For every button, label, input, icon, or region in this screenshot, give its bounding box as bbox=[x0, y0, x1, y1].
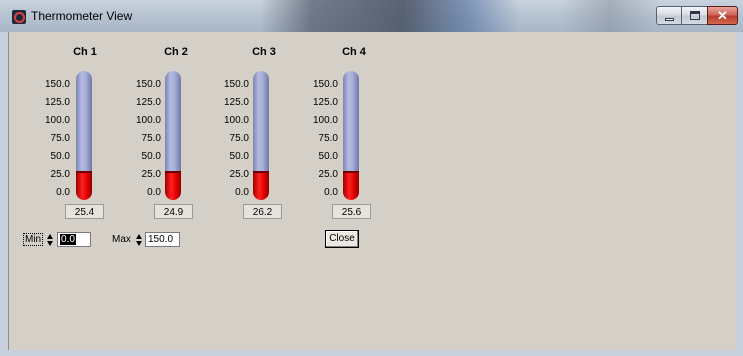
scale-tick: 150.0 bbox=[312, 79, 338, 90]
channel-1-readout: 25.4 bbox=[65, 204, 104, 219]
scale-tick: 25.0 bbox=[50, 169, 70, 180]
app-icon[interactable] bbox=[12, 10, 26, 24]
min-label: Min bbox=[23, 233, 44, 246]
thermometer-mercury bbox=[343, 171, 359, 200]
min-input-value: 0.0 bbox=[60, 234, 76, 245]
thermometer-tube bbox=[343, 71, 359, 171]
spin-up-icon[interactable] bbox=[47, 234, 53, 239]
scale-tick: 150.0 bbox=[223, 79, 249, 90]
scale-tick: 50.0 bbox=[141, 151, 161, 162]
window-title: Thermometer View bbox=[31, 9, 133, 23]
scale-tick: 125.0 bbox=[312, 97, 338, 108]
close-window-button[interactable]: ✕ bbox=[707, 6, 738, 25]
scale-tick: 25.0 bbox=[141, 169, 161, 180]
scale-tick: 0.0 bbox=[235, 187, 249, 198]
channel-4-label: Ch 4 bbox=[342, 46, 366, 58]
scale-tick: 100.0 bbox=[44, 115, 70, 126]
scale-tick: 75.0 bbox=[229, 133, 249, 144]
scale-tick: 100.0 bbox=[223, 115, 249, 126]
scale-tick: 150.0 bbox=[44, 79, 70, 90]
scale-tick: 0.0 bbox=[147, 187, 161, 198]
thermometer-mercury bbox=[76, 171, 92, 200]
channel-3-thermometer bbox=[253, 71, 269, 200]
scale-tick: 25.0 bbox=[318, 169, 338, 180]
close-button[interactable]: Close bbox=[325, 230, 359, 248]
channel-2-label: Ch 2 bbox=[164, 46, 188, 58]
scale-tick: 0.0 bbox=[324, 187, 338, 198]
channel-3-readout: 26.2 bbox=[243, 204, 282, 219]
scale-tick: 75.0 bbox=[141, 133, 161, 144]
scale-tick: 0.0 bbox=[56, 187, 70, 198]
title-bar[interactable]: Thermometer View ✕ bbox=[0, 0, 743, 32]
scale-tick: 125.0 bbox=[223, 97, 249, 108]
scale-tick: 25.0 bbox=[229, 169, 249, 180]
window-border-right bbox=[735, 32, 743, 356]
scale-tick: 100.0 bbox=[135, 115, 161, 126]
maximize-icon bbox=[690, 11, 700, 20]
close-icon: ✕ bbox=[717, 8, 728, 23]
max-input[interactable]: 150.0 bbox=[145, 232, 180, 247]
channel-2-readout: 24.9 bbox=[154, 204, 193, 219]
scale-tick: 75.0 bbox=[318, 133, 338, 144]
thermometer-mercury bbox=[253, 171, 269, 200]
max-label: Max bbox=[112, 234, 131, 245]
thermometer-tube bbox=[253, 71, 269, 171]
thermometer-mercury bbox=[165, 171, 181, 200]
scale-tick: 150.0 bbox=[135, 79, 161, 90]
spin-down-icon[interactable] bbox=[136, 241, 142, 246]
spin-up-icon[interactable] bbox=[136, 234, 142, 239]
channel-4-thermometer bbox=[343, 71, 359, 200]
scale-tick: 75.0 bbox=[50, 133, 70, 144]
thermometer-tube bbox=[76, 71, 92, 171]
scale-tick: 50.0 bbox=[50, 151, 70, 162]
scale-tick: 50.0 bbox=[229, 151, 249, 162]
channel-1-thermometer bbox=[76, 71, 92, 200]
scale-tick: 50.0 bbox=[318, 151, 338, 162]
max-spinner[interactable] bbox=[136, 233, 143, 247]
window-border-left bbox=[0, 32, 8, 356]
scale-tick: 100.0 bbox=[312, 115, 338, 126]
min-spinner[interactable] bbox=[47, 233, 54, 247]
minimize-icon bbox=[665, 18, 674, 21]
titlebar-background-glass bbox=[260, 0, 520, 32]
titlebar-background-glass-2 bbox=[560, 0, 660, 32]
min-input[interactable]: 0.0 bbox=[57, 232, 91, 247]
maximize-button[interactable] bbox=[681, 6, 708, 25]
scale-tick: 125.0 bbox=[135, 97, 161, 108]
thermometer-view-window: Thermometer View ✕ Ch 1 150.0 125.0 100.… bbox=[0, 0, 743, 356]
channel-1-label: Ch 1 bbox=[73, 46, 97, 58]
scale-tick: 125.0 bbox=[44, 97, 70, 108]
thermometer-tube bbox=[165, 71, 181, 171]
client-area: Ch 1 150.0 125.0 100.0 75.0 50.0 25.0 0.… bbox=[8, 32, 736, 350]
channel-4-readout: 25.6 bbox=[332, 204, 371, 219]
minimize-button[interactable] bbox=[656, 6, 682, 25]
window-border-bottom bbox=[0, 350, 743, 356]
spin-down-icon[interactable] bbox=[47, 241, 53, 246]
channel-3-label: Ch 3 bbox=[252, 46, 276, 58]
channel-2-thermometer bbox=[165, 71, 181, 200]
